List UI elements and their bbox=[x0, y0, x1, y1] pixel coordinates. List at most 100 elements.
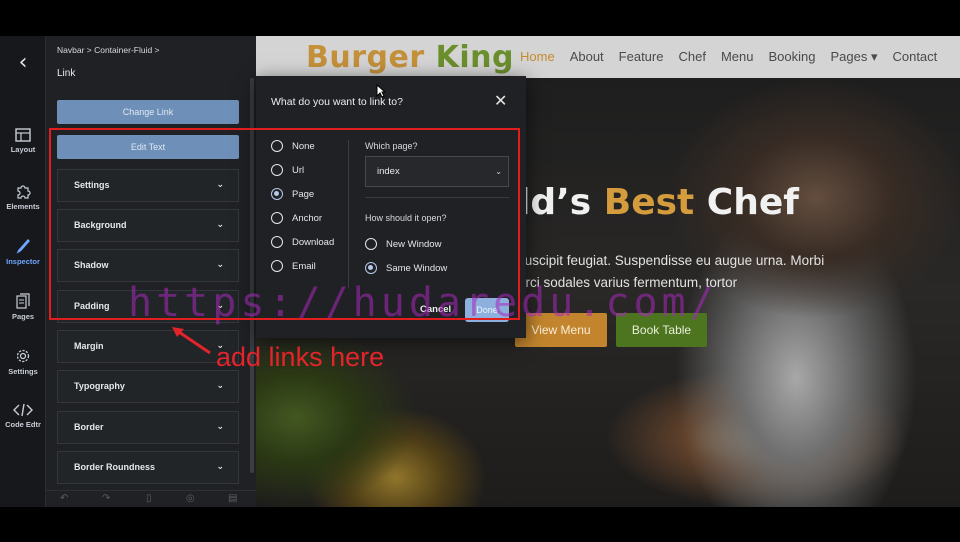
rail-layout-label: Layout bbox=[10, 145, 36, 154]
section-border-roundness[interactable]: Border Roundness ⌄ bbox=[57, 451, 239, 484]
redo-icon[interactable]: ↷ bbox=[102, 493, 110, 504]
panel-title: Link bbox=[57, 68, 76, 79]
hero-title-part: Chef bbox=[694, 182, 799, 223]
chevron-down-icon: ⌄ bbox=[216, 301, 224, 311]
rail-inspector-label: Inspector bbox=[6, 257, 40, 266]
mobile-icon[interactable]: ▯ bbox=[146, 493, 152, 504]
undo-icon[interactable]: ↶ bbox=[60, 493, 68, 504]
rail-pages[interactable]: Pages bbox=[0, 293, 46, 321]
chevron-down-icon: ⌄ bbox=[216, 180, 224, 190]
nav-link-feature[interactable]: Feature bbox=[619, 49, 664, 65]
back-arrow-icon[interactable]: ‹ bbox=[0, 50, 46, 75]
view-menu-button[interactable]: View Menu bbox=[515, 313, 607, 347]
gear-icon bbox=[16, 349, 30, 363]
radio-label: Url bbox=[292, 164, 305, 176]
annotation-text: add links here bbox=[216, 342, 385, 372]
link-type-download[interactable]: Download bbox=[271, 236, 334, 248]
panel-toolbar: ↶ ↷ ▯ ◎ ▤ bbox=[46, 490, 256, 507]
brand-logo[interactable]: Burger King bbox=[306, 40, 514, 75]
hero-title-part: ld’s bbox=[518, 182, 604, 223]
layout-icon bbox=[15, 128, 31, 142]
cancel-button[interactable]: Cancel bbox=[420, 304, 451, 315]
nav-link-home[interactable]: Home bbox=[520, 49, 555, 65]
done-button[interactable]: Done bbox=[465, 298, 509, 322]
radio-icon bbox=[365, 238, 377, 250]
close-icon[interactable]: ✕ bbox=[494, 91, 507, 110]
nav-link-contact[interactable]: Contact bbox=[892, 49, 937, 65]
brush-icon bbox=[16, 238, 30, 254]
brand-word-1: Burger bbox=[306, 40, 425, 75]
rail-layout[interactable]: Layout bbox=[0, 128, 46, 154]
nav-link-chef[interactable]: Chef bbox=[678, 49, 705, 65]
code-icon bbox=[13, 403, 33, 417]
preview-icon[interactable]: ◎ bbox=[186, 493, 195, 504]
section-label: Shadow bbox=[74, 260, 109, 270]
editor-window: ‹ Layout Elements Inspector Pages Settin… bbox=[0, 36, 960, 507]
link-type-email[interactable]: Email bbox=[271, 260, 316, 272]
page-select[interactable]: index ⌄ bbox=[365, 156, 509, 187]
site-navbar[interactable]: Burger King Home About Feature Chef Menu… bbox=[256, 36, 960, 78]
book-table-button[interactable]: Book Table bbox=[616, 313, 707, 347]
rail-code-editor-label: Code Edtr bbox=[5, 420, 41, 429]
section-padding[interactable]: Padding ⌄ bbox=[57, 290, 239, 323]
change-link-button[interactable]: Change Link bbox=[57, 100, 239, 124]
section-settings[interactable]: Settings ⌄ bbox=[57, 169, 239, 202]
radio-icon bbox=[271, 260, 283, 272]
link-type-url[interactable]: Url bbox=[271, 164, 304, 176]
section-label: Background bbox=[74, 220, 127, 230]
pages-icon bbox=[16, 293, 30, 309]
radio-icon bbox=[271, 164, 283, 176]
inspector-panel: Navbar > Container-Fluid > Link Change L… bbox=[46, 36, 256, 507]
rail-code-editor[interactable]: Code Edtr bbox=[0, 403, 46, 429]
hero-title: ld’s Best Chef bbox=[518, 182, 799, 223]
hero-subtitle-line: orci sodales varius fermentum, tortor bbox=[518, 275, 738, 290]
radio-label: Email bbox=[292, 260, 316, 272]
nav-links: Home About Feature Chef Menu Booking Pag… bbox=[520, 49, 952, 65]
open-new-window[interactable]: New Window bbox=[365, 238, 441, 250]
link-type-anchor[interactable]: Anchor bbox=[271, 212, 322, 224]
radio-icon bbox=[271, 140, 283, 152]
link-type-page[interactable]: Page bbox=[271, 188, 314, 200]
save-icon[interactable]: ▤ bbox=[228, 493, 237, 504]
brand-word-2: King bbox=[435, 40, 514, 75]
section-label: Padding bbox=[74, 301, 110, 311]
rail-settings-label: Settings bbox=[8, 367, 38, 376]
section-label: Margin bbox=[74, 341, 104, 351]
nav-link-pages[interactable]: Pages ▾ bbox=[830, 49, 877, 65]
section-typography[interactable]: Typography ⌄ bbox=[57, 370, 239, 403]
radio-icon bbox=[271, 236, 283, 248]
section-background[interactable]: Background ⌄ bbox=[57, 209, 239, 242]
link-dialog: What do you want to link to? ✕ None Url … bbox=[256, 76, 526, 338]
radio-label: Download bbox=[292, 236, 335, 248]
which-page-label: Which page? bbox=[365, 141, 418, 151]
chevron-down-icon: ⌄ bbox=[216, 220, 224, 230]
hero-title-accent: Best bbox=[603, 182, 695, 223]
rail-inspector[interactable]: Inspector bbox=[0, 238, 46, 266]
breadcrumb[interactable]: Navbar > Container-Fluid > bbox=[57, 45, 160, 55]
chevron-down-icon: ⌄ bbox=[495, 167, 502, 176]
panel-scrollbar[interactable] bbox=[250, 78, 254, 473]
nav-link-menu[interactable]: Menu bbox=[721, 49, 754, 65]
radio-label: None bbox=[292, 140, 315, 152]
radio-icon bbox=[271, 212, 283, 224]
chevron-down-icon: ⌄ bbox=[216, 422, 224, 432]
rail-settings[interactable]: Settings bbox=[0, 348, 46, 376]
tool-rail: ‹ Layout Elements Inspector Pages Settin… bbox=[0, 36, 46, 507]
radio-label: Page bbox=[292, 188, 315, 200]
open-same-window[interactable]: Same Window bbox=[365, 262, 447, 274]
nav-link-about[interactable]: About bbox=[570, 49, 604, 65]
section-shadow[interactable]: Shadow ⌄ bbox=[57, 249, 239, 282]
chevron-down-icon: ⌄ bbox=[216, 381, 224, 391]
radio-label: Same Window bbox=[386, 262, 448, 274]
section-border[interactable]: Border ⌄ bbox=[57, 411, 239, 444]
rail-pages-label: Pages bbox=[11, 312, 35, 321]
mouse-cursor-icon bbox=[376, 84, 386, 98]
rail-elements[interactable]: Elements bbox=[0, 183, 46, 211]
edit-text-button[interactable]: Edit Text bbox=[57, 135, 239, 159]
nav-link-booking[interactable]: Booking bbox=[768, 49, 815, 65]
radio-checked-icon bbox=[365, 262, 377, 274]
divider bbox=[348, 140, 349, 288]
page-select-value: index bbox=[377, 166, 400, 177]
link-type-none[interactable]: None bbox=[271, 140, 315, 152]
puzzle-icon bbox=[17, 185, 31, 199]
